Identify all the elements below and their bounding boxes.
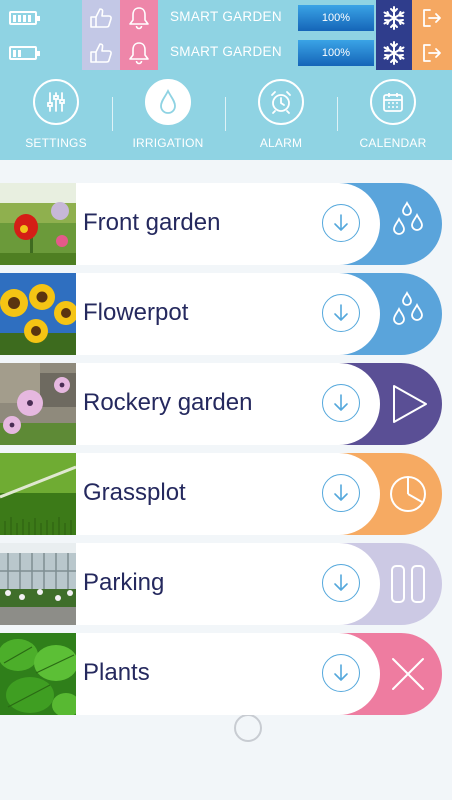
zone-card[interactable]: Flowerpot (76, 273, 380, 355)
tab-irrigation-label: IRRIGATION (132, 136, 204, 150)
zone-photo (0, 183, 76, 265)
zone-label: Rockery garden (83, 389, 253, 416)
main-nav: SETTINGS IRRIGATION ALARM CALENDAR (0, 70, 452, 160)
play-icon (385, 381, 431, 427)
zone-row[interactable]: Parking (0, 543, 452, 625)
tab-irrigation[interactable]: IRRIGATION (112, 70, 224, 160)
zone-card[interactable]: Plants (76, 633, 380, 715)
zone-card[interactable]: Rockery garden (76, 363, 380, 445)
exit-icon[interactable] (412, 0, 452, 35)
water-drops-icon (385, 201, 431, 247)
pie-chart-icon (385, 471, 431, 517)
zone-photo (0, 273, 76, 355)
tab-alarm[interactable]: ALARM (225, 70, 337, 160)
bell-icon[interactable] (120, 0, 158, 35)
zone-photo (0, 633, 76, 715)
download-icon[interactable] (322, 384, 360, 422)
pause-icon (385, 561, 431, 607)
sliders-icon (33, 79, 79, 125)
thumbs-up-icon[interactable] (82, 35, 120, 70)
zone-row[interactable]: Grassplot (0, 453, 452, 535)
zone-row[interactable]: Front garden (0, 183, 452, 265)
snowflake-icon[interactable] (376, 35, 412, 70)
zone-photo (0, 543, 76, 625)
device-name: SMART GARDEN (170, 9, 282, 24)
device-row-1: SMART GARDEN 100% (0, 0, 452, 35)
snowflake-icon[interactable] (376, 0, 412, 35)
download-icon[interactable] (322, 204, 360, 242)
download-icon[interactable] (322, 294, 360, 332)
device-status-bar: SMART GARDEN 100% SMART GARDEN 100% (0, 0, 452, 70)
tab-settings[interactable]: SETTINGS (0, 70, 112, 160)
zone-label: Front garden (83, 209, 221, 236)
zone-label: Plants (83, 659, 150, 686)
calendar-icon (370, 79, 416, 125)
battery-low-icon (9, 46, 40, 60)
download-icon[interactable] (322, 654, 360, 692)
device-name: SMART GARDEN (170, 44, 282, 59)
zone-row[interactable]: Plants (0, 633, 452, 715)
zone-card[interactable]: Grassplot (76, 453, 380, 535)
progress-bar: 100% (298, 5, 374, 31)
zone-card[interactable]: Parking (76, 543, 380, 625)
zone-label: Parking (83, 569, 165, 596)
exit-icon[interactable] (412, 35, 452, 70)
water-drops-icon (385, 291, 431, 337)
progress-bar: 100% (298, 40, 374, 66)
water-drop-icon (145, 79, 191, 125)
battery-full-icon (9, 11, 40, 25)
zone-label: Flowerpot (83, 299, 189, 326)
bell-icon[interactable] (120, 35, 158, 70)
download-icon[interactable] (322, 474, 360, 512)
download-icon[interactable] (322, 564, 360, 602)
zone-row[interactable]: Flowerpot (0, 273, 452, 355)
thumbs-up-icon[interactable] (82, 0, 120, 35)
device-row-2: SMART GARDEN 100% (0, 35, 452, 70)
home-indicator-icon[interactable] (234, 714, 262, 742)
progress-text: 100% (321, 12, 351, 24)
zone-card[interactable]: Front garden (76, 183, 380, 265)
zone-row[interactable]: Rockery garden (0, 363, 452, 445)
tab-calendar[interactable]: CALENDAR (337, 70, 449, 160)
progress-text: 100% (321, 47, 351, 59)
zone-label: Grassplot (83, 479, 186, 506)
zone-photo (0, 363, 76, 445)
tab-alarm-label: ALARM (259, 136, 303, 150)
alarm-clock-icon (258, 79, 304, 125)
close-icon (385, 651, 431, 697)
zone-photo (0, 453, 76, 535)
tab-settings-label: SETTINGS (25, 136, 87, 150)
tab-calendar-label: CALENDAR (359, 136, 427, 150)
